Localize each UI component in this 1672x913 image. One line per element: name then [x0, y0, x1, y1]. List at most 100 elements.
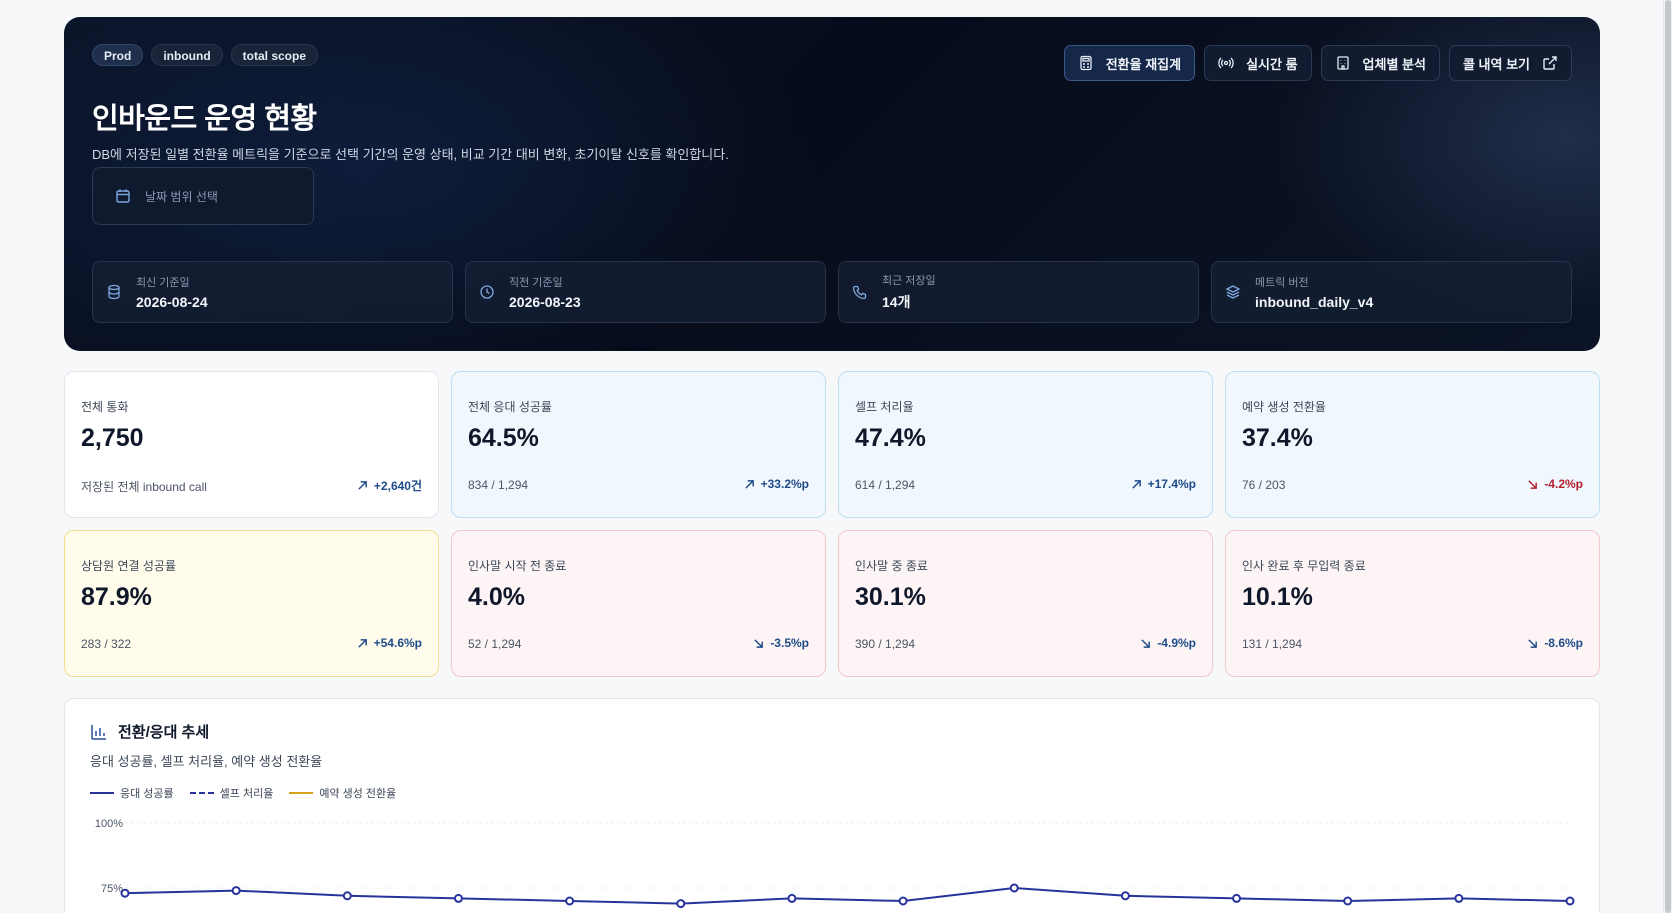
kpi-delta-value: +54.6%p: [373, 636, 422, 650]
building-icon: [1336, 56, 1349, 70]
meta-label: 직전 기준일: [509, 277, 563, 289]
kpi-delta: -3.5%p: [753, 636, 809, 650]
call-history-button-label: 콜 내역 보기: [1462, 56, 1530, 72]
legend-swatch: [90, 792, 114, 794]
recalc-button[interactable]: 전환율 재집계: [1063, 45, 1196, 81]
kpi-value: 37.4%: [1242, 424, 1313, 452]
kpi-delta-value: -8.6%p: [1544, 636, 1583, 650]
kpi-delta-value: +17.4%p: [1147, 477, 1196, 491]
arrow-down-right-icon: [1140, 638, 1151, 649]
kpi-value: 10.1%: [1242, 583, 1313, 611]
recalc-button-label: 전환율 재집계: [1105, 56, 1182, 72]
kpi-delta-value: -4.9%p: [1157, 636, 1196, 650]
kpi-subtext: 저장된 전체 inbound call: [81, 480, 207, 494]
kpi-label: 상담원 연결 성공률: [81, 559, 176, 573]
scrollbar-thumb[interactable]: [1665, 0, 1671, 913]
clock-icon: [480, 285, 494, 299]
kpi-value: 2,750: [81, 424, 144, 452]
date-range-placeholder: 날짜 범위 선택: [145, 189, 218, 204]
kpi-delta-value: -3.5%p: [770, 636, 809, 650]
kpi-grid: 전체 통화 2,750 저장된 전체 inbound call +2,640건 전체 응…: [64, 371, 1600, 677]
arrow-up-right-icon: [357, 638, 368, 649]
arrow-up-right-icon: [1131, 479, 1142, 490]
kpi-delta: +17.4%p: [1131, 477, 1196, 491]
page-description: DB에 저장된 일별 전환율 메트릭을 기준으로 선택 기간의 운영 상태, 비…: [92, 147, 729, 162]
database-icon: [108, 284, 120, 300]
metric-version-card: 메트릭 버전 inbound_daily_v4: [1211, 261, 1572, 323]
data-point[interactable]: [453, 893, 463, 903]
kpi-subtext: 52 / 1,294: [468, 637, 522, 651]
date-range-picker[interactable]: 날짜 범위 선택: [92, 167, 314, 225]
kpi-card-agent-connect[interactable]: 상담원 연결 성공률 87.9% 283 / 322 +54.6%p: [64, 530, 439, 677]
meta-label: 메트릭 버전: [1255, 277, 1309, 289]
kpi-value: 4.0%: [468, 583, 525, 611]
data-point[interactable]: [120, 888, 130, 898]
data-point[interactable]: [787, 893, 797, 903]
hero-panel: Prod inbound total scope 인바운드 운영 현황 DB에 …: [64, 17, 1600, 351]
trend-panel: 전환/응대 추세 응대 성공률, 셀프 처리율, 예약 생성 전환율 응대 성공…: [64, 698, 1600, 913]
meta-label: 최근 저장일: [882, 275, 936, 287]
data-point[interactable]: [1343, 896, 1353, 906]
kpi-card-response-success[interactable]: 전체 응대 성공률 64.5% 834 / 1,294 +33.2%p: [451, 371, 826, 518]
kpi-subtext: 76 / 203: [1242, 478, 1286, 492]
kpi-card-no-input-after-greeting[interactable]: 인사 완료 후 무입력 종료 10.1% 131 / 1,294 -8.6%p: [1225, 530, 1600, 677]
realtime-room-button[interactable]: 실시간 룸: [1204, 45, 1312, 81]
latest-date-card: 최신 기준일 2026-08-24: [92, 261, 453, 323]
kpi-label: 인사말 시작 전 종료: [468, 559, 567, 573]
scope-badges: Prod inbound total scope: [92, 44, 319, 66]
data-point[interactable]: [898, 896, 908, 906]
scrollbar-track[interactable]: [1663, 0, 1672, 913]
data-point[interactable]: [1232, 893, 1242, 903]
data-point[interactable]: [1009, 883, 1019, 893]
kpi-delta: -4.9%p: [1140, 636, 1196, 650]
data-point[interactable]: [676, 899, 686, 909]
kpi-label: 예약 생성 전환율: [1242, 400, 1326, 414]
kpi-value: 30.1%: [855, 583, 926, 611]
trend-title: 전환/응대 추세: [118, 724, 210, 741]
external-link-icon: [1543, 56, 1557, 70]
kpi-label: 전체 응대 성공률: [468, 400, 552, 414]
vendor-analysis-button[interactable]: 업체별 분석: [1320, 45, 1440, 81]
kpi-card-total-calls[interactable]: 전체 통화 2,750 저장된 전체 inbound call +2,640건: [64, 371, 439, 518]
recent-saved-card: 최근 저장일 14개: [838, 261, 1199, 323]
kpi-label: 셀프 처리율: [855, 400, 914, 414]
arrow-down-right-icon: [753, 638, 764, 649]
kpi-subtext: 390 / 1,294: [855, 637, 916, 651]
kpi-delta: -4.2%p: [1527, 477, 1583, 491]
trend-chart: 100% 75%: [95, 818, 1575, 909]
vendor-analysis-button-label: 업체별 분석: [1362, 56, 1426, 72]
arrow-down-right-icon: [1527, 638, 1538, 649]
arrow-down-right-icon: [1527, 479, 1538, 490]
calendar-icon: [116, 189, 130, 203]
kpi-label: 인사 완료 후 무입력 종료: [1242, 559, 1366, 573]
meta-value: 2026-08-24: [136, 294, 208, 310]
kpi-card-hangup-during-greeting[interactable]: 인사말 중 종료 30.1% 390 / 1,294 -4.9%p: [838, 530, 1213, 677]
kpi-subtext: 834 / 1,294: [468, 478, 529, 492]
kpi-card-self-service[interactable]: 셀프 처리율 47.4% 614 / 1,294 +17.4%p: [838, 371, 1213, 518]
y-tick-label: 100%: [95, 818, 123, 830]
kpi-value: 64.5%: [468, 424, 539, 452]
previous-date-card: 직전 기준일 2026-08-23: [465, 261, 826, 323]
trend-subtitle: 응대 성공률, 셀프 처리율, 예약 생성 전환율: [90, 754, 323, 769]
data-point[interactable]: [565, 896, 575, 906]
meta-value: 2026-08-23: [509, 294, 581, 310]
meta-cards: 최신 기준일 2026-08-24 직전 기준일 2026-08-23 최근 저…: [92, 261, 1572, 323]
kpi-label: 전체 통화: [81, 400, 129, 414]
direction-badge: inbound: [151, 44, 223, 66]
broadcast-icon: [1218, 57, 1234, 69]
kpi-subtext: 614 / 1,294: [855, 478, 916, 492]
kpi-card-reservation-conversion[interactable]: 예약 생성 전환율 37.4% 76 / 203 -4.2%p: [1225, 371, 1600, 518]
data-point[interactable]: [1454, 893, 1464, 903]
arrow-up-right-icon: [357, 480, 368, 491]
data-point[interactable]: [1565, 896, 1575, 906]
kpi-delta: +54.6%p: [357, 636, 422, 650]
data-point[interactable]: [1120, 891, 1130, 901]
call-history-button[interactable]: 콜 내역 보기: [1448, 45, 1572, 81]
scope-badge: total scope: [230, 44, 319, 66]
data-point[interactable]: [231, 886, 241, 896]
bar-chart-icon: [91, 724, 106, 740]
kpi-card-hangup-before-greeting[interactable]: 인사말 시작 전 종료 4.0% 52 / 1,294 -3.5%p: [451, 530, 826, 677]
legend-swatch: [189, 792, 214, 794]
data-point[interactable]: [342, 891, 352, 901]
hero-actions: 전환율 재집계 실시간 룸 업체별 분석 콜 내역 보기: [1063, 45, 1572, 81]
